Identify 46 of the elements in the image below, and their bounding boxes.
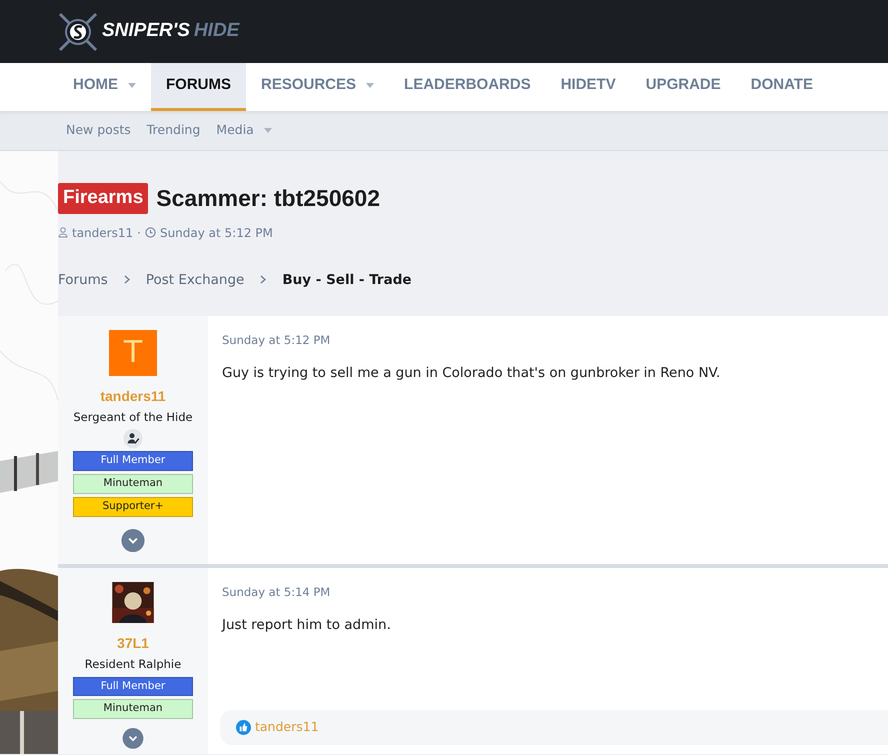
nav-tab[interactable]: HOME (58, 63, 151, 111)
post-text: Just report him to admin. (222, 616, 392, 635)
post-date[interactable]: Sunday at 5:14 PM (222, 584, 874, 601)
user-title: Resident Ralphie (84, 656, 182, 674)
nav-tab[interactable]: FORUMS (151, 63, 246, 111)
logo-text[interactable]: HIDE (194, 17, 240, 46)
like-icon (236, 720, 251, 735)
caret-icon (264, 128, 272, 133)
logo-icon (58, 12, 98, 52)
nav-tab[interactable]: RESOURCES (246, 63, 390, 111)
nav-tab[interactable]: LEADERBOARDS (389, 63, 546, 111)
thread-title: Scammer: tbt250602 (156, 184, 380, 213)
expand-icon[interactable] (121, 528, 145, 552)
user-title: Sergeant of the Hide (73, 408, 193, 426)
breadcrumb-link[interactable]: Post Exchange (146, 270, 244, 290)
separator-dot: · (137, 224, 141, 242)
thread-date: Sunday at 5:12 PM (160, 224, 273, 242)
caret-icon (128, 83, 136, 88)
post-date[interactable]: Sunday at 5:12 PM (222, 332, 874, 349)
prefix-label[interactable]: Firearms (58, 183, 148, 214)
breadcrumb-link[interactable]: Forums (58, 270, 108, 290)
caret-icon (366, 83, 374, 88)
user-banner: Minuteman (73, 474, 193, 494)
liker-link[interactable]: tanders11 (255, 718, 319, 737)
subnav-link[interactable]: New posts (58, 121, 139, 140)
user-banner: Full Member (73, 451, 193, 472)
user-banner: Supporter+ (73, 496, 193, 517)
subnav-link[interactable]: Trending (138, 121, 208, 140)
username-link[interactable]: tanders11 (100, 386, 166, 407)
user-banner: Full Member (73, 676, 193, 696)
breadcrumb-link[interactable]: Buy - Sell - Trade (282, 270, 412, 290)
clock-icon (144, 227, 156, 238)
nav-tab[interactable]: UPGRADE (630, 63, 736, 111)
username-link[interactable]: 37L1 (117, 633, 149, 654)
avatar[interactable]: T (109, 330, 157, 376)
chevron-icon (124, 275, 130, 284)
user-banner: Minuteman (73, 699, 193, 719)
post-text: Guy is trying to sell me a gun in Colorado that's on gunbroker in Reno NV. (222, 364, 722, 383)
logo-text[interactable]: SNIPER'S (102, 17, 190, 46)
nav-tab[interactable]: HIDETV (546, 63, 631, 111)
chevron-icon (260, 275, 266, 284)
user-icon (58, 227, 68, 238)
expand-icon[interactable] (121, 728, 145, 749)
nav-tab[interactable]: DONATE (736, 63, 828, 111)
subnav-link[interactable]: Media (208, 121, 280, 140)
author-link[interactable]: tanders11 (72, 224, 134, 242)
